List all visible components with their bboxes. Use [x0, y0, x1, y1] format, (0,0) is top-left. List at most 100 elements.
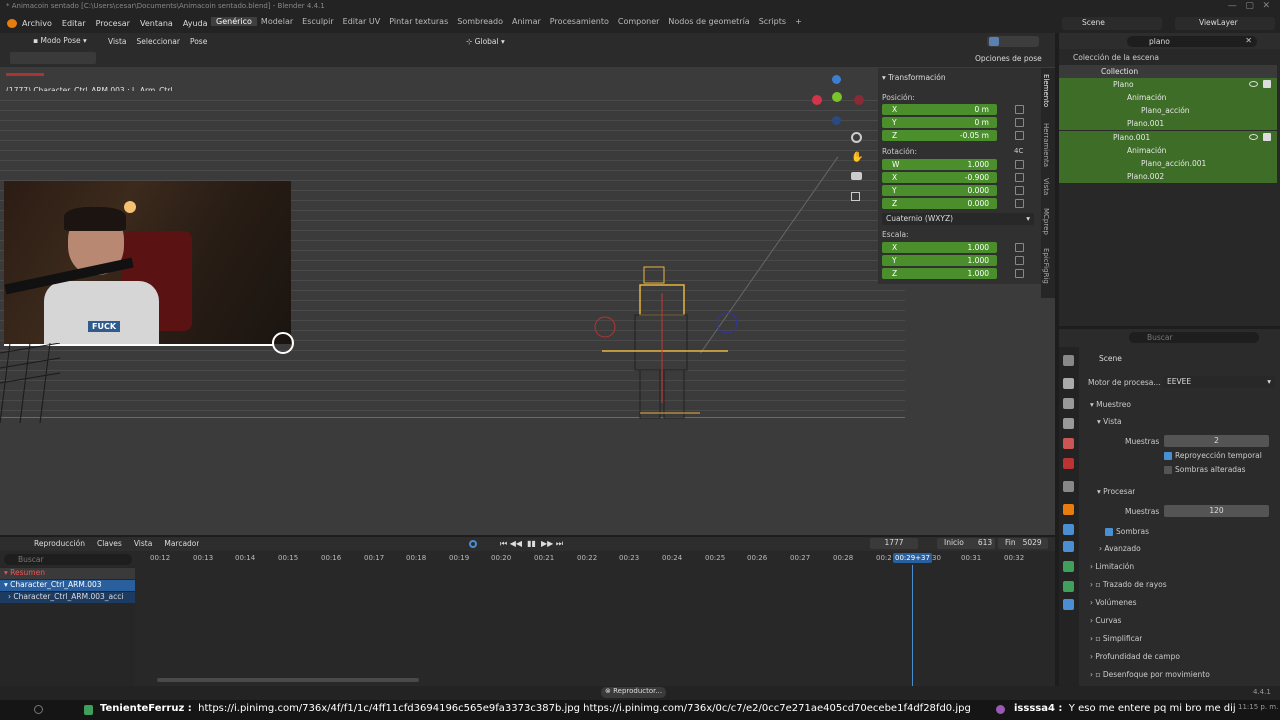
visibility-eye-icon-2[interactable]	[1249, 134, 1258, 140]
object-tab-icon[interactable]	[1063, 504, 1074, 515]
tab-pintar-texturas[interactable]: Pintar texturas	[389, 17, 448, 26]
section-volumenes[interactable]: › Volúmenes	[1090, 598, 1137, 607]
tab-nodos-geometria[interactable]: Nodos de geometría	[668, 17, 749, 26]
view-layer-tab-icon[interactable]	[1063, 418, 1074, 429]
menu-pose[interactable]: Pose	[190, 37, 207, 46]
outliner-plano-002[interactable]: Plano.002	[1059, 170, 1277, 183]
lock-pos-y-icon[interactable]	[1015, 118, 1024, 127]
tab-herramienta[interactable]: Herramienta	[1042, 123, 1050, 167]
section-simplificar[interactable]: › ▫ Simplificar	[1090, 634, 1142, 643]
outliner-plano-accion[interactable]: Plano_acción	[1059, 104, 1277, 117]
shading-solid-icon[interactable]	[989, 37, 999, 46]
avanzado-header[interactable]: › Avanzado	[1099, 544, 1141, 553]
reproy-checkbox[interactable]	[1164, 452, 1172, 460]
physics-tab-icon[interactable]	[1063, 524, 1074, 535]
scale-x-field[interactable]: X 1.000	[882, 242, 997, 253]
collection-tab-icon[interactable]	[1063, 481, 1074, 492]
outliner-animacion-1[interactable]: Animación	[1059, 91, 1277, 104]
playback-controls[interactable]: ⏮ ◀◀ ▮▮ ▶▶ ⏭	[500, 539, 563, 549]
scale-y-field[interactable]: Y 1.000	[882, 255, 997, 266]
blender-logo-icon[interactable]	[7, 19, 17, 28]
tab-elemento[interactable]: Elemento	[1042, 74, 1050, 107]
rotation-y-field[interactable]: Y 0.000	[882, 185, 997, 196]
menu-archivo[interactable]: Archivo	[22, 19, 52, 28]
menu-ayuda[interactable]: Ayuda	[183, 19, 208, 28]
bone-constraint-tab-icon[interactable]	[1063, 599, 1074, 610]
world-tab-icon[interactable]	[1063, 458, 1074, 469]
lock-scale-x-icon[interactable]	[1015, 243, 1024, 252]
tab-mcprep[interactable]: MCprep	[1042, 208, 1050, 235]
rotation-mode-tag[interactable]: 4C	[1014, 147, 1023, 155]
lock-scale-y-icon[interactable]	[1015, 256, 1024, 265]
channel-resumen[interactable]: ▾ Resumen	[0, 568, 135, 579]
sombras-alt-checkbox[interactable]	[1164, 466, 1172, 474]
gizmo-y-icon[interactable]	[832, 92, 842, 102]
section-curvas[interactable]: › Curvas	[1090, 616, 1121, 625]
start-frame-field[interactable]: Inicio 613	[937, 538, 995, 549]
lock-scale-z-icon[interactable]	[1015, 269, 1024, 278]
scene-tab-icon[interactable]	[1063, 438, 1074, 449]
transform-header[interactable]: ▾ Transformación	[882, 73, 946, 82]
procesar-header[interactable]: ▾ Procesar	[1097, 487, 1135, 496]
current-frame-field[interactable]: 1777	[870, 538, 918, 549]
muestras-proc-field[interactable]: 120	[1164, 505, 1269, 517]
properties-search[interactable]: Buscar	[1129, 332, 1259, 343]
pose-options-button[interactable]: Opciones de pose	[975, 54, 1042, 63]
muestreo-header[interactable]: ▾ Muestreo	[1090, 400, 1131, 409]
menu-claves[interactable]: Claves	[97, 539, 122, 548]
add-workspace-icon[interactable]: +	[795, 17, 802, 26]
gizmo-x-icon[interactable]	[812, 95, 822, 105]
data-tab-icon[interactable]	[1063, 561, 1074, 572]
tab-componer[interactable]: Componer	[618, 17, 660, 26]
lock-rot-y-icon[interactable]	[1015, 186, 1024, 195]
tab-generico[interactable]: Genérico	[211, 17, 257, 26]
section-desenfoque[interactable]: › ▫ Desenfoque por movimiento	[1090, 670, 1210, 679]
rotation-w-field[interactable]: W 1.000	[882, 159, 997, 170]
outliner-search[interactable]: plano ✕	[1127, 36, 1257, 47]
tab-animar[interactable]: Animar	[512, 17, 541, 26]
lock-rot-x-icon[interactable]	[1015, 173, 1024, 182]
section-trazado[interactable]: › ▫ Trazado de rayos	[1090, 580, 1167, 589]
timeline-scrollbar[interactable]	[157, 678, 419, 682]
engine-select[interactable]: EEVEE ▾	[1163, 376, 1275, 388]
end-frame-field[interactable]: Fin 5029	[998, 538, 1048, 549]
render-camera-icon-2[interactable]	[1263, 133, 1271, 141]
tool-tab-icon[interactable]	[1063, 355, 1074, 366]
lock-rot-z-icon[interactable]	[1015, 199, 1024, 208]
sombras-checkbox[interactable]	[1105, 528, 1113, 536]
scene-selector[interactable]: Scene	[1062, 17, 1162, 30]
mode-selector[interactable]: ▪ Modo Pose ▾	[33, 36, 87, 45]
outliner-plano[interactable]: Plano	[1059, 78, 1277, 91]
menu-marcador[interactable]: Marcador	[164, 539, 199, 548]
tab-editar-uv[interactable]: Editar UV	[343, 17, 381, 26]
tab-sombreado[interactable]: Sombreado	[457, 17, 503, 26]
playhead-label[interactable]: 00:29+37	[893, 553, 932, 563]
tab-scripts[interactable]: Scripts	[759, 17, 786, 26]
select-tool-icons[interactable]	[10, 52, 96, 64]
lock-view-icon[interactable]	[851, 192, 860, 201]
camera-icon[interactable]	[851, 172, 862, 180]
menu-vista[interactable]: Vista	[108, 37, 127, 46]
tab-vista[interactable]: Vista	[1042, 178, 1050, 195]
scale-z-field[interactable]: Z 1.000	[882, 268, 997, 279]
outliner-plano-001-mesh[interactable]: Plano.001	[1059, 117, 1277, 130]
taskbar-search-icon[interactable]	[34, 705, 43, 714]
window-controls[interactable]: — ▢ ✕	[1228, 1, 1270, 11]
output-tab-icon[interactable]	[1063, 398, 1074, 409]
rotation-mode-select[interactable]: Cuaternio (WXYZ) ▾	[882, 213, 1034, 225]
sombras-label[interactable]: Sombras	[1116, 527, 1149, 536]
nav-gizmo[interactable]	[810, 75, 865, 125]
outliner-plano-accion-001[interactable]: Plano_acción.001	[1059, 157, 1277, 170]
position-z-field[interactable]: Z -0.05 m	[882, 130, 997, 141]
menu-seleccionar[interactable]: Seleccionar	[137, 37, 180, 46]
muestras-vista-field[interactable]: 2	[1164, 435, 1269, 447]
position-y-field[interactable]: Y 0 m	[882, 117, 997, 128]
lock-rot-w-icon[interactable]	[1015, 160, 1024, 169]
outliner-plano-001[interactable]: Plano.001	[1059, 131, 1277, 144]
menu-editar[interactable]: Editar	[62, 19, 86, 28]
section-limitacion[interactable]: › Limitación	[1090, 562, 1134, 571]
tab-modelar[interactable]: Modelar	[261, 17, 293, 26]
rotation-x-field[interactable]: X -0.900	[882, 172, 997, 183]
gizmo-negz-icon[interactable]	[832, 116, 841, 125]
gizmo-negx-icon[interactable]	[854, 95, 864, 105]
